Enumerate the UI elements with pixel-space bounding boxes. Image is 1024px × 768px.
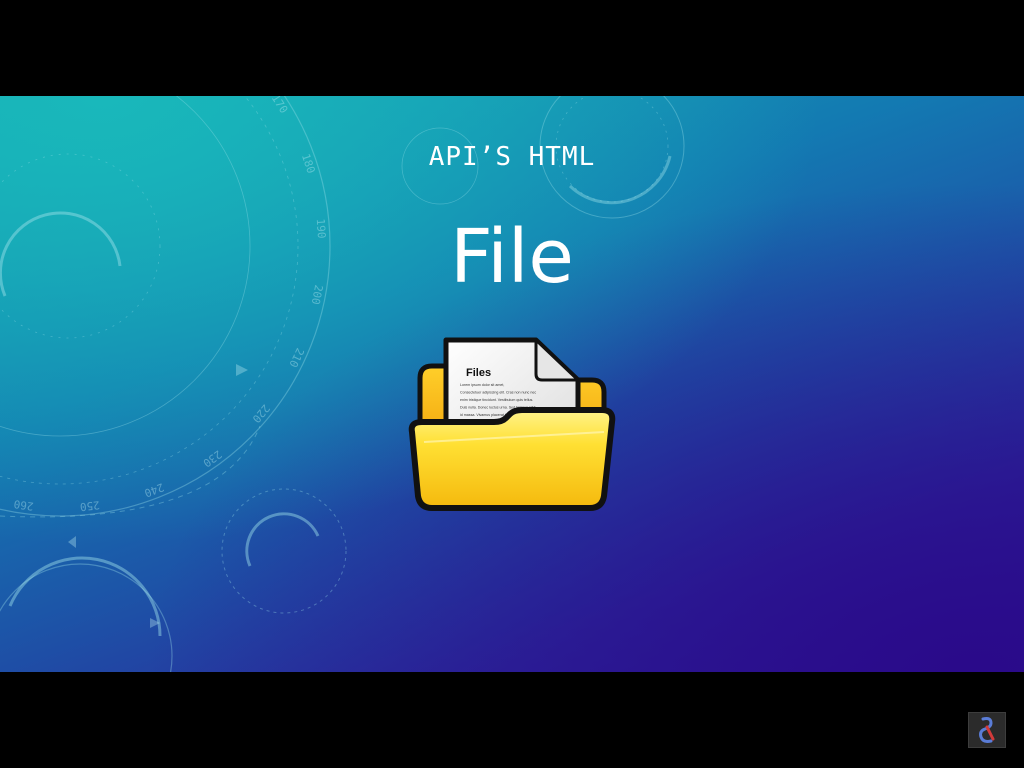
dial-tick-label: 250	[79, 498, 100, 513]
presentation-slide: 150160170180190200210220230240250260 API…	[0, 96, 1024, 672]
folder-icon: Files Lorem ipsum dolor sit amet, Consect…	[408, 337, 616, 511]
paper-text-line: enim tristique tincidunt. Vestibulum qui…	[460, 398, 533, 402]
letterbox-bottom	[0, 672, 1024, 768]
dial-tick-label: 230	[200, 447, 224, 469]
dial-tick-label: 260	[13, 497, 34, 513]
letterbox-top	[0, 0, 1024, 96]
slide-title: File	[450, 214, 574, 300]
channel-logo-icon	[968, 712, 1006, 748]
dial-tick-label: 220	[250, 402, 273, 426]
dial-tick-label: 210	[286, 346, 306, 370]
paper-text-line: Lorem ipsum dolor sit amet,	[460, 383, 504, 387]
paper-text-line: Consectetuer adipiscing elit. Cras non n…	[460, 391, 536, 395]
dial-tick-label: 240	[142, 480, 165, 499]
dial-tick-label: 170	[269, 96, 291, 116]
paper-heading: Files	[466, 367, 491, 379]
slide-subtitle: API’S HTML	[428, 142, 596, 172]
